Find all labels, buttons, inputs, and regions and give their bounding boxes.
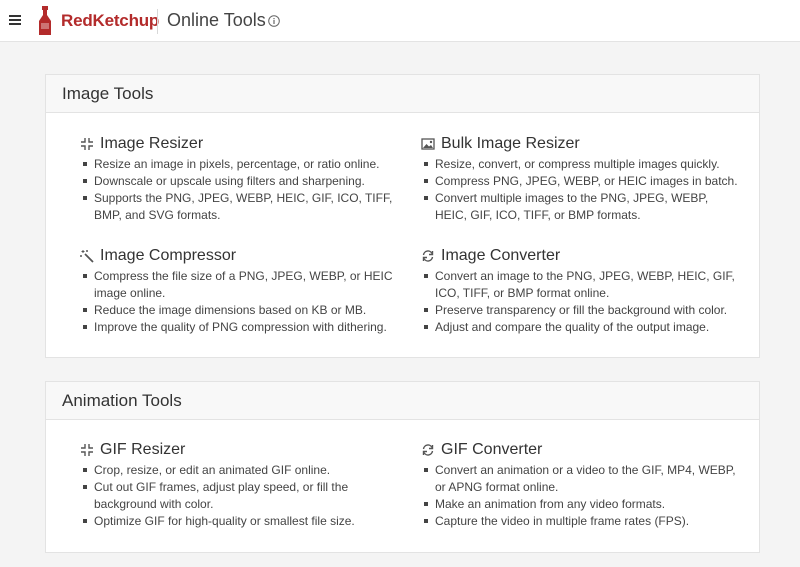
tool-feature-list: Crop, resize, or edit an animated GIF on… [80,462,400,530]
feature-item: Resize, convert, or compress multiple im… [421,156,741,173]
tool-feature-list: Resize an image in pixels, percentage, o… [80,156,400,224]
tool-link[interactable]: Image Resizer [80,134,400,154]
tool-gif-converter: GIF Converter Convert an animation or a … [421,440,741,530]
tool-image-resizer: Image Resizer Resize an image in pixels,… [80,134,400,224]
tool-image-compressor: Image Compressor Compress the file size … [80,246,400,336]
hamburger-menu-icon[interactable] [9,15,21,25]
feature-item: Adjust and compare the quality of the ou… [421,319,741,336]
tool-feature-list: Compress the file size of a PNG, JPEG, W… [80,268,400,336]
tool-image-converter: Image Converter Convert an image to the … [421,246,741,336]
feature-item: Downscale or upscale using filters and s… [80,173,400,190]
brand-name[interactable]: RedKetchup [61,11,159,31]
section-title: Animation Tools [46,382,759,420]
header-divider [157,9,158,34]
tool-bulk-image-resizer: Bulk Image Resizer Resize, convert, or c… [421,134,741,224]
tool-title: GIF Resizer [100,441,186,458]
top-bar: RedKetchup Online Tools [0,0,800,42]
feature-item: Capture the video in multiple frame rate… [421,513,741,530]
tool-title: Image Compressor [100,247,237,264]
tool-link[interactable]: Bulk Image Resizer [421,134,741,154]
convert-arrows-icon [422,250,434,262]
feature-item: Resize an image in pixels, percentage, o… [80,156,400,173]
feature-item: Optimize GIF for high-quality or smalles… [80,513,400,530]
section-title: Image Tools [46,75,759,113]
feature-item: Preserve transparency or fill the backgr… [421,302,741,319]
image-icon [421,138,435,150]
feature-item: Cut out GIF frames, adjust play speed, o… [80,479,400,513]
image-tools-card: Image Tools Image Resizer Resize an imag… [45,74,760,358]
info-icon[interactable] [268,15,280,27]
tool-link[interactable]: GIF Resizer [80,440,400,460]
feature-item: Compress PNG, JPEG, WEBP, or HEIC images… [421,173,741,190]
tool-link[interactable]: Image Compressor [80,246,400,266]
compress-arrows-icon [81,138,93,150]
page-title: Online Tools [167,10,266,30]
animation-tools-card: Animation Tools GIF Resizer Crop, resize… [45,381,760,553]
feature-item: Reduce the image dimensions based on KB … [80,302,400,319]
ketchup-bottle-logo-icon[interactable] [37,6,53,36]
feature-item: Crop, resize, or edit an animated GIF on… [80,462,400,479]
tool-feature-list: Convert an animation or a video to the G… [421,462,741,530]
feature-item: Improve the quality of PNG compression w… [80,319,400,336]
feature-item: Convert an image to the PNG, JPEG, WEBP,… [421,268,741,302]
tool-title: Bulk Image Resizer [441,135,580,152]
tool-title: GIF Converter [441,441,543,458]
tool-feature-list: Convert an image to the PNG, JPEG, WEBP,… [421,268,741,336]
feature-item: Convert an animation or a video to the G… [421,462,741,496]
feature-item: Compress the file size of a PNG, JPEG, W… [80,268,400,302]
feature-item: Make an animation from any video formats… [421,496,741,513]
tool-feature-list: Resize, convert, or compress multiple im… [421,156,741,224]
magic-wand-icon [80,250,94,263]
feature-item: Convert multiple images to the PNG, JPEG… [421,190,741,224]
convert-arrows-icon [422,444,434,456]
tool-gif-resizer: GIF Resizer Crop, resize, or edit an ani… [80,440,400,530]
tool-title: Image Converter [441,247,561,264]
tool-link[interactable]: Image Converter [421,246,741,266]
tool-link[interactable]: GIF Converter [421,440,741,460]
feature-item: Supports the PNG, JPEG, WEBP, HEIC, GIF,… [80,190,400,224]
compress-arrows-icon [81,444,93,456]
tool-title: Image Resizer [100,135,204,152]
